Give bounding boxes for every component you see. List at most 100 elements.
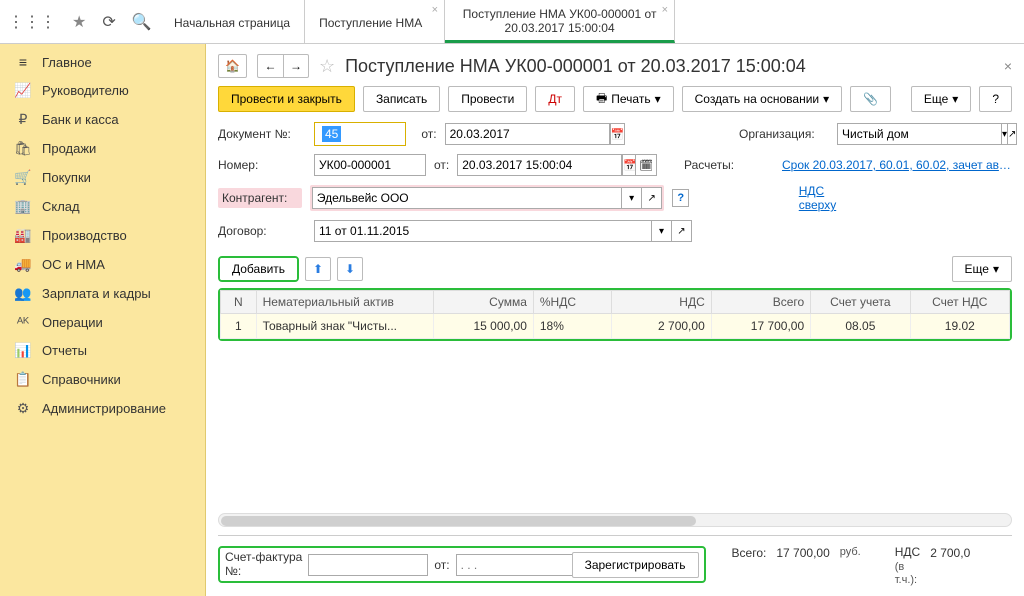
cell-vat: 2 700,00 [612, 314, 711, 339]
footer: Счет-фактура №: от: 📅 Зарегистрировать В… [218, 535, 1012, 586]
factory-icon: 🏭 [14, 227, 32, 244]
add-row-button[interactable]: Добавить [220, 258, 297, 280]
write-button[interactable]: Записать [363, 86, 440, 112]
back-button[interactable]: ← [257, 54, 283, 78]
people-icon: 👥 [14, 285, 32, 302]
sidebar-item-label: Производство [42, 228, 127, 243]
calc-label: Расчеты: [684, 158, 774, 172]
col-n[interactable]: N [221, 291, 257, 314]
vat-link[interactable]: НДС сверху [799, 184, 862, 212]
tab-label2: 20.03.2017 15:00:04 [459, 21, 660, 35]
forward-button[interactable]: → [283, 54, 309, 78]
currency: руб. [840, 546, 861, 558]
ruble-icon: ₽ [14, 111, 32, 128]
col-account[interactable]: Счет учета [811, 291, 910, 314]
col-sum[interactable]: Сумма [434, 291, 533, 314]
sidebar-item-purchases[interactable]: 🛒Покупки [0, 163, 205, 192]
col-vatpct[interactable]: %НДС [533, 291, 611, 314]
close-icon[interactable]: × [1004, 58, 1012, 74]
sidebar-item-refs[interactable]: 📋Справочники [0, 365, 205, 394]
org-label: Организация: [739, 127, 829, 141]
print-button[interactable]: 🖶 Печать ▾ [583, 86, 674, 112]
more-button[interactable]: Еще ▾ [911, 86, 971, 112]
open-icon[interactable]: ↗ [672, 220, 692, 242]
cal2-icon[interactable]: 🗓 [635, 154, 657, 176]
tabs: Начальная страница Поступление НМА × Пос… [160, 0, 1024, 43]
sidebar-item-bank[interactable]: ₽ Банк и касса [0, 105, 205, 134]
dropdown-icon[interactable]: ▾ [622, 187, 642, 209]
content: 🏠 ← → ☆ Поступление НМА УК00-000001 от 2… [206, 44, 1024, 596]
move-up-button[interactable]: ⬆ [305, 257, 331, 281]
dropdown-icon[interactable]: ▾ [652, 220, 672, 242]
from-label: от: [434, 558, 449, 572]
close-icon[interactable]: × [432, 4, 438, 16]
counterparty-select[interactable] [312, 187, 622, 209]
tab-nma-doc[interactable]: Поступление НМА УК00-000001 от 20.03.201… [445, 0, 675, 43]
cell-total: 17 700,00 [711, 314, 810, 339]
sidebar-item-warehouse[interactable]: 🏢Склад [0, 192, 205, 221]
doc-date-input[interactable] [445, 123, 610, 145]
sidebar-item-assets[interactable]: 🚚ОС и НМА [0, 250, 205, 279]
post-close-button[interactable]: Провести и закрыть [218, 86, 355, 112]
invoice-number-input[interactable] [308, 554, 428, 576]
create-based-button[interactable]: Создать на основании ▾ [682, 86, 843, 112]
sidebar-item-sales[interactable]: 🛍Продажи [0, 134, 205, 163]
sidebar-item-label: Банк и касса [42, 112, 119, 127]
number-label: Номер: [218, 158, 306, 172]
col-asset[interactable]: Нематериальный актив [256, 291, 434, 314]
open-icon[interactable]: ↗ [1008, 123, 1017, 145]
sidebar-item-admin[interactable]: ⚙Администрирование [0, 394, 205, 423]
grid-table: N Нематериальный актив Сумма %НДС НДС Вс… [220, 290, 1010, 339]
dtkt-button[interactable]: Дт [535, 86, 575, 112]
number-date-input[interactable] [457, 154, 622, 176]
invoice-label2: №: [225, 564, 241, 578]
sidebar-item-label: Покупки [42, 170, 91, 185]
counterparty-label: Контрагент: [218, 188, 302, 208]
page-title: Поступление НМА УК00-000001 от 20.03.201… [345, 56, 806, 77]
truck-icon: 🚚 [14, 256, 32, 273]
col-vat[interactable]: НДС [612, 291, 711, 314]
col-total[interactable]: Всего [711, 291, 810, 314]
search-icon[interactable]: 🔍 [132, 12, 152, 32]
apps-icon[interactable]: ⋮⋮⋮ [8, 12, 56, 32]
tab-home[interactable]: Начальная страница [160, 0, 305, 43]
sidebar-item-label: Продажи [42, 141, 96, 156]
history-icon[interactable]: ⟳ [102, 12, 115, 32]
tab-nma-list[interactable]: Поступление НМА × [305, 0, 445, 43]
org-select[interactable] [837, 123, 1002, 145]
contract-select[interactable] [314, 220, 652, 242]
help-icon[interactable]: ? [672, 189, 689, 207]
calc-link[interactable]: Срок 20.03.2017, 60.01, 60.02, зачет ава… [782, 158, 1012, 172]
register-button[interactable]: Зарегистрировать [572, 552, 699, 578]
favorite-icon[interactable]: ☆ [319, 56, 335, 77]
sidebar-item-manager[interactable]: 📈Руководителю [0, 76, 205, 105]
close-icon[interactable]: × [662, 4, 668, 16]
sidebar-item-reports[interactable]: 📊 Отчеты [0, 336, 205, 365]
sidebar-item-operations[interactable]: ᴬᴷОперации [0, 308, 205, 336]
grid-section: Добавить ⬆ ⬇ Еще ▾ N Нематериальный акти… [218, 256, 1012, 461]
cell-account: 08.05 [811, 314, 910, 339]
attach-button[interactable]: 📎 [850, 86, 891, 112]
cell-asset: Товарный знак "Чисты... [256, 314, 434, 339]
sidebar-item-label: Главное [42, 55, 92, 70]
sidebar-item-label: Отчеты [42, 343, 87, 358]
vat-value: 2 700,0 [930, 546, 970, 560]
star-icon[interactable]: ★ [72, 12, 86, 32]
grid-more-button[interactable]: Еще ▾ [952, 256, 1012, 282]
book-icon: 📋 [14, 371, 32, 388]
home-button[interactable]: 🏠 [218, 54, 247, 78]
bars-icon: 📊 [14, 342, 32, 359]
col-vataccount[interactable]: Счет НДС [910, 291, 1009, 314]
move-down-button[interactable]: ⬇ [337, 257, 363, 281]
open-icon[interactable]: ↗ [642, 187, 662, 209]
table-row[interactable]: 1 Товарный знак "Чисты... 15 000,00 18% … [221, 314, 1010, 339]
cell-vataccount: 19.02 [910, 314, 1009, 339]
sidebar-item-main[interactable]: ≡Главное [0, 48, 205, 76]
sidebar-item-production[interactable]: 🏭 Производство [0, 221, 205, 250]
post-button[interactable]: Провести [448, 86, 527, 112]
number-input[interactable] [314, 154, 426, 176]
sidebar-item-salary[interactable]: 👥Зарплата и кадры [0, 279, 205, 308]
calendar-icon[interactable]: 📅 [610, 123, 626, 145]
horizontal-scrollbar[interactable] [218, 513, 1012, 527]
help-button[interactable]: ? [979, 86, 1012, 112]
